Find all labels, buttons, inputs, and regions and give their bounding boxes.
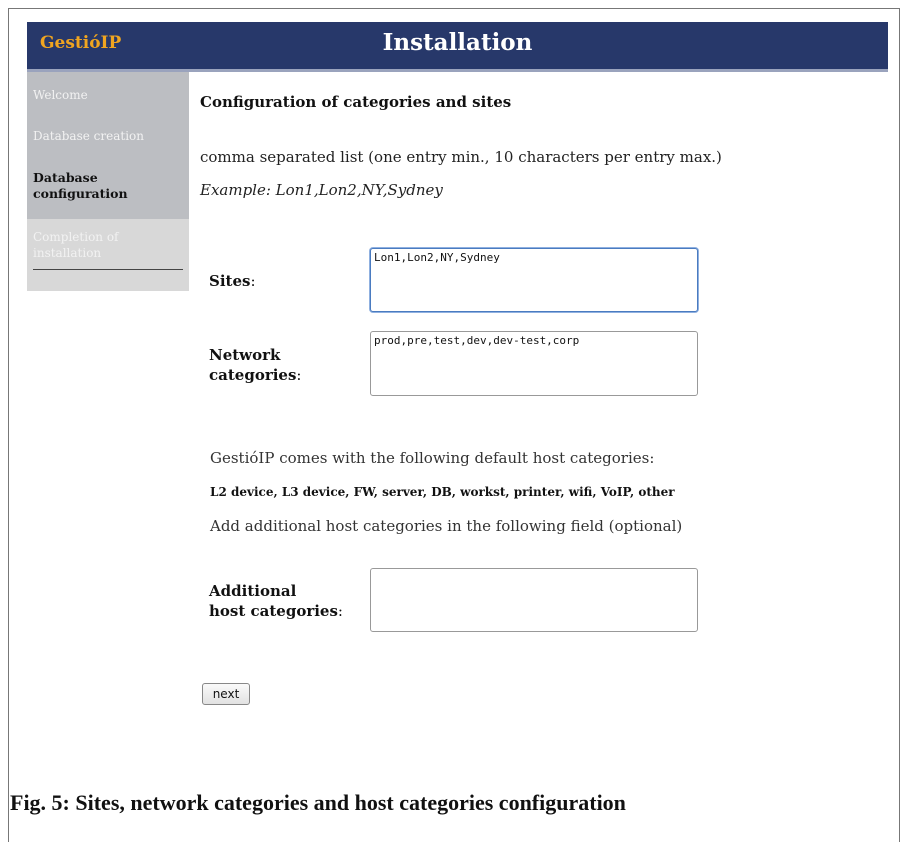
default-host-intro: GestióIP comes with the following defaul… — [210, 449, 655, 467]
network-categories-label-line2: categories — [209, 366, 297, 384]
sidebar: Welcome Database creation Database confi… — [27, 72, 189, 291]
sidebar-divider — [33, 269, 183, 270]
network-categories-input[interactable]: prod,pre,test,dev,dev-test,corp — [370, 331, 698, 396]
additional-host-label-line1: Additional — [209, 582, 297, 600]
sidebar-item-welcome[interactable]: Welcome — [33, 88, 88, 102]
additional-host-label: Additional host categories: — [209, 581, 343, 621]
next-button[interactable]: next — [202, 683, 250, 705]
sidebar-item-label: installation — [33, 246, 102, 260]
sites-input[interactable]: Lon1,Lon2,NY,Sydney — [370, 248, 698, 312]
additional-host-input[interactable] — [370, 568, 698, 632]
sidebar-item-label: Completion of — [33, 230, 119, 244]
sidebar-item-database-creation[interactable]: Database creation — [33, 129, 144, 143]
format-example: Example: Lon1,Lon2,NY,Sydney — [200, 181, 443, 199]
sites-label-suffix: : — [250, 272, 256, 290]
section-title: Configuration of categories and sites — [200, 93, 512, 111]
network-categories-label-line1: Network — [209, 346, 281, 364]
sidebar-item-label: Database — [33, 170, 98, 185]
figure-caption: Fig. 5: Sites, network categories and ho… — [10, 790, 626, 815]
network-categories-label-suffix: : — [296, 366, 302, 384]
page-title: Installation — [382, 29, 533, 56]
header-bar: GestióIP Installation — [27, 22, 888, 72]
sites-label: Sites: — [209, 271, 256, 291]
network-categories-label: Network categories: — [209, 345, 301, 385]
additional-host-label-line2: host categories — [209, 602, 338, 620]
sidebar-item-database-configuration[interactable]: Database configuration — [33, 170, 128, 202]
additional-host-label-suffix: : — [337, 602, 343, 620]
sites-label-text: Sites — [209, 272, 251, 290]
additional-host-hint: Add additional host categories in the fo… — [210, 517, 683, 535]
format-hint: comma separated list (one entry min., 10… — [200, 148, 722, 166]
sidebar-item-completion[interactable]: Completion of installation — [33, 229, 119, 261]
default-host-categories: L2 device, L3 device, FW, server, DB, wo… — [210, 485, 675, 499]
sidebar-item-label: configuration — [33, 186, 128, 201]
